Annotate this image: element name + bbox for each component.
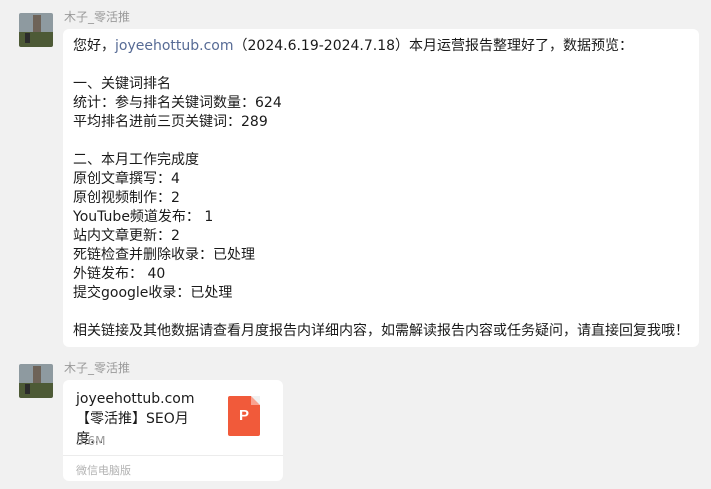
file-source: 微信电脑版 <box>76 464 131 477</box>
greeting-prefix: 您好， <box>73 38 115 54</box>
message-line: 外链发布： 40 <box>73 266 166 282</box>
message-line <box>73 56 689 75</box>
card-divider <box>63 455 283 456</box>
avatar-person <box>25 33 30 43</box>
greeting-suffix: （2024.6.19-2024.7.18）本月运营报告整理好了，数据预览： <box>233 38 634 54</box>
avatar[interactable] <box>19 13 53 47</box>
file-icon-letter: P <box>238 407 249 424</box>
message-line: 原创文章撰写：4 <box>73 171 180 187</box>
message-line: 平均排名进前三页关键词：289 <box>73 114 268 130</box>
message-line <box>73 132 689 151</box>
message-bubble[interactable]: 您好，joyeehottub.com（2024.6.19-2024.7.18）本… <box>63 29 699 347</box>
message-line <box>73 303 689 322</box>
file-fold-corner <box>251 396 260 405</box>
message-text: 您好，joyeehottub.com（2024.6.19-2024.7.18）本… <box>63 29 699 341</box>
message-line: 站内文章更新：2 <box>73 228 180 244</box>
file-message-card[interactable]: joyeehottub.com 【零活推】SEO月度... P 3.6M 微信电… <box>63 380 283 481</box>
message-line: 您好，joyeehottub.com（2024.6.19-2024.7.18）本… <box>73 37 689 56</box>
sender-name: 木子_零活推 <box>64 10 131 24</box>
sender-name: 木子_零活推 <box>64 361 131 375</box>
message-line: 相关链接及其他数据请查看月度报告内详细内容，如需解读报告内容或任务疑问，请直接回… <box>73 323 689 339</box>
message-line: 二、本月工作完成度 <box>73 152 199 168</box>
powerpoint-file-icon: P <box>228 396 260 436</box>
file-size: 3.6M <box>76 434 106 448</box>
avatar-person <box>25 384 30 394</box>
message-line: 死链检查并删除收录：已处理 <box>73 247 255 263</box>
avatar[interactable] <box>19 364 53 398</box>
website-link[interactable]: joyeehottub.com <box>115 38 234 54</box>
message-line: 统计：参与排名关键词数量：624 <box>73 95 282 111</box>
message-line: 原创视频制作：2 <box>73 190 180 206</box>
message-line: YouTube频道发布： 1 <box>73 209 214 225</box>
message-line: 提交google收录：已处理 <box>73 285 233 301</box>
message-line: 一、关键词排名 <box>73 76 171 92</box>
